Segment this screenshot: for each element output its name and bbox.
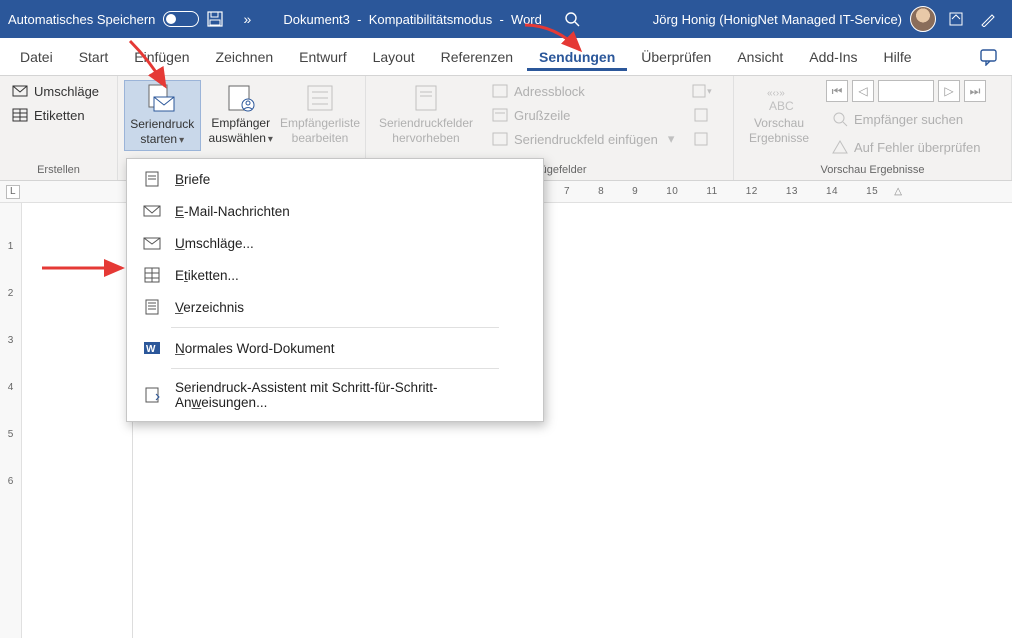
menu-item-letters[interactable]: Briefe bbox=[127, 163, 543, 195]
menu-label: Briefe bbox=[175, 172, 210, 187]
menu-item-emails[interactable]: E-Mail-Nachrichten bbox=[127, 195, 543, 227]
record-number-field bbox=[878, 80, 934, 102]
find-recipient-button: Empfänger suchen bbox=[826, 108, 986, 130]
save-icon[interactable] bbox=[205, 9, 225, 29]
tab-design[interactable]: Entwurf bbox=[287, 43, 358, 71]
merge-field-icon bbox=[492, 131, 508, 147]
next-record-button: ▷ bbox=[938, 80, 960, 102]
highlight-icon bbox=[410, 82, 442, 114]
envelope-icon bbox=[143, 234, 161, 252]
wizard-icon bbox=[143, 386, 161, 404]
address-block-icon bbox=[492, 83, 508, 99]
greeting-icon bbox=[492, 107, 508, 123]
tab-addins[interactable]: Add-Ins bbox=[797, 43, 869, 71]
menu-separator bbox=[171, 368, 499, 369]
comments-icon[interactable] bbox=[974, 48, 1004, 66]
menu-label: Verzeichnis bbox=[175, 300, 244, 315]
avatar-icon bbox=[910, 6, 936, 32]
address-block-button: Adressblock bbox=[486, 80, 680, 102]
check-errors-button: Auf Fehler überprüfen bbox=[826, 136, 986, 158]
right-margin-marker-icon[interactable]: △ bbox=[892, 186, 904, 197]
email-icon bbox=[143, 202, 161, 220]
last-record-button: ⏭ bbox=[964, 80, 986, 102]
menu-item-envelopes[interactable]: Umschläge... bbox=[127, 227, 543, 259]
tab-draw[interactable]: Zeichnen bbox=[204, 43, 286, 71]
menu-item-normal-doc[interactable]: W Normales Word-Dokument bbox=[127, 332, 543, 364]
prev-record-button: ◁ bbox=[852, 80, 874, 102]
menu-item-directory[interactable]: Verzeichnis bbox=[127, 291, 543, 323]
menu-item-labels[interactable]: Etiketten... bbox=[127, 259, 543, 291]
envelope-icon bbox=[12, 83, 28, 99]
record-navigation: ⏮ ◁ ▷ ⏭ bbox=[826, 80, 986, 102]
auto-save-label: Automatisches Speichern bbox=[8, 12, 155, 27]
svg-text:W: W bbox=[146, 344, 156, 355]
preview-results-button: «‹›»ABC Vorschau Ergebnisse bbox=[740, 80, 818, 148]
tab-view[interactable]: Ansicht bbox=[725, 43, 795, 71]
svg-text:ABC: ABC bbox=[769, 99, 794, 113]
tab-file[interactable]: Datei bbox=[8, 43, 65, 71]
annotation-arrow-tab bbox=[520, 20, 590, 56]
update-labels-button bbox=[690, 128, 712, 150]
tab-home[interactable]: Start bbox=[67, 43, 121, 71]
group-label-preview: Vorschau Ergebnisse bbox=[734, 162, 1011, 180]
first-record-button: ⏮ bbox=[826, 80, 848, 102]
tab-layout[interactable]: Layout bbox=[361, 43, 427, 71]
letter-icon bbox=[143, 170, 161, 188]
envelopes-button[interactable]: Umschläge bbox=[6, 80, 105, 102]
recipients-icon bbox=[225, 82, 257, 114]
tab-references[interactable]: Referenzen bbox=[429, 43, 525, 71]
menu-label: E-Mail-Nachrichten bbox=[175, 204, 290, 219]
menu-label: Umschläge... bbox=[175, 236, 254, 251]
edit-recipients-button: Empfängerliste bearbeiten bbox=[281, 80, 359, 148]
select-recipients-button[interactable]: Empfänger auswählen▾ bbox=[203, 80, 279, 149]
rules-button: ▾ bbox=[690, 80, 712, 102]
user-name: Jörg Honig (HonigNet Managed IT-Service) bbox=[653, 12, 902, 27]
user-account[interactable]: Jörg Honig (HonigNet Managed IT-Service) bbox=[653, 6, 936, 32]
menu-label: Seriendruck-Assistent mit Schritt-für-Sc… bbox=[175, 380, 527, 410]
toggle-switch-icon[interactable] bbox=[163, 11, 199, 27]
match-fields-button bbox=[690, 104, 712, 126]
edit-list-icon bbox=[304, 82, 336, 114]
svg-text:«‹›»: «‹›» bbox=[767, 88, 785, 99]
menu-item-wizard[interactable]: Seriendruck-Assistent mit Schritt-für-Sc… bbox=[127, 373, 543, 417]
start-mail-merge-menu: Briefe E-Mail-Nachrichten Umschläge... E… bbox=[126, 158, 544, 422]
find-icon bbox=[832, 111, 848, 127]
word-doc-icon: W bbox=[143, 339, 161, 357]
title-bar: Automatisches Speichern » Dokument3 - Ko… bbox=[0, 0, 1012, 38]
label-icon bbox=[12, 107, 28, 123]
menu-separator bbox=[171, 327, 499, 328]
insert-merge-field-button: Seriendruckfeld einfügen ▾ bbox=[486, 128, 680, 150]
menu-label: Etiketten... bbox=[175, 268, 239, 283]
tab-selector-icon[interactable]: L bbox=[6, 185, 20, 199]
preview-icon: «‹›»ABC bbox=[763, 82, 795, 114]
pen-icon[interactable] bbox=[978, 9, 998, 29]
error-check-icon bbox=[832, 139, 848, 155]
labels-button[interactable]: Etiketten bbox=[6, 104, 105, 126]
annotation-arrow-button bbox=[120, 36, 180, 96]
document-title: Dokument3 - Kompatibilitätsmodus - Word bbox=[283, 12, 541, 27]
highlight-fields-button: Seriendruckfelder hervorheben bbox=[372, 80, 480, 148]
greeting-line-button: Grußzeile bbox=[486, 104, 680, 126]
tab-review[interactable]: Überprüfen bbox=[629, 43, 723, 71]
vertical-ruler[interactable]: 1 2 3 4 5 6 bbox=[0, 203, 22, 638]
group-label-create: Erstellen bbox=[0, 162, 117, 180]
menu-label: Normales Word-Dokument bbox=[175, 341, 335, 356]
auto-save-toggle[interactable]: Automatisches Speichern bbox=[8, 11, 199, 27]
tab-help[interactable]: Hilfe bbox=[872, 43, 924, 71]
ribbon-options-icon[interactable] bbox=[946, 9, 966, 29]
annotation-arrow-menu-item bbox=[40, 258, 130, 278]
more-icon[interactable]: » bbox=[237, 9, 257, 29]
directory-icon bbox=[143, 298, 161, 316]
labels-icon bbox=[143, 266, 161, 284]
